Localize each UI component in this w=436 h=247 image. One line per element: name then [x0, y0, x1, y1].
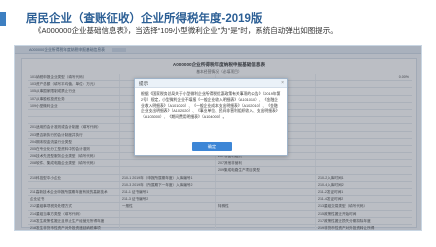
dialog-message: 根据《国家税务总局关于小型微利企业所得税优惠政策有关事项的公告》（2019年第2…	[141, 92, 281, 120]
dialog-title: 提示	[139, 81, 149, 86]
alert-dialog: 提示 × 根据《国家税务总局关于小型微利企业所得税优惠政策有关事项的公告》（20…	[134, 78, 288, 156]
ok-button[interactable]: 确定	[192, 142, 232, 151]
slide-subtitle: 《A000000企业基础信息表》，当选择“109小型微利企业”为“是”时，系统自…	[34, 26, 338, 35]
dialog-header: 提示 ×	[135, 79, 287, 88]
close-icon[interactable]: ×	[281, 79, 284, 88]
slide-title: 居民企业（查账征收）企业所得税年度-2019版	[26, 13, 263, 25]
title-accent-bar	[0, 12, 6, 26]
